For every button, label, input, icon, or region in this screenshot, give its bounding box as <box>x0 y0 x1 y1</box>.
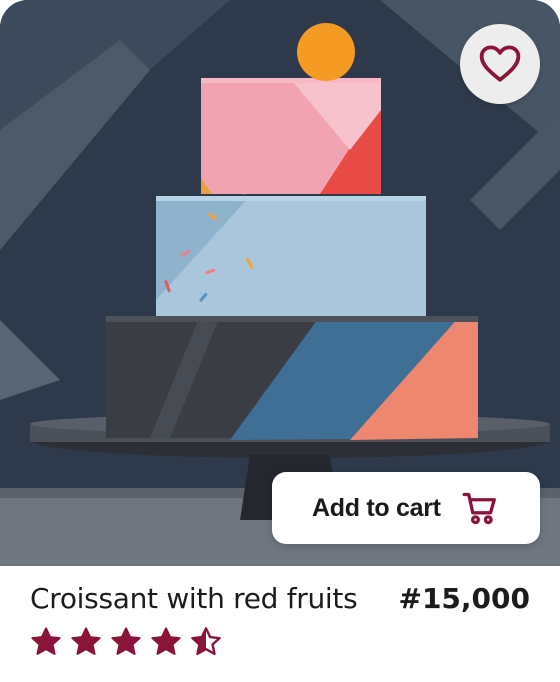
star-half-icon <box>191 627 221 656</box>
star-icon <box>71 627 101 655</box>
shopping-cart-icon <box>462 492 496 525</box>
star-icon <box>151 627 181 655</box>
product-price: #15,000 <box>398 582 530 615</box>
favorite-button[interactable] <box>460 24 540 104</box>
star-icon <box>111 627 141 655</box>
product-name: Croissant with red fruits <box>30 582 358 615</box>
star-icon <box>31 627 61 655</box>
product-card: Add to cart Croissant with red fruits #1… <box>0 0 560 682</box>
add-to-cart-label: Add to cart <box>312 493 441 522</box>
heart-outline-icon <box>479 45 521 82</box>
add-to-cart-button[interactable]: Add to cart <box>272 472 540 544</box>
rating-stars <box>30 626 222 658</box>
